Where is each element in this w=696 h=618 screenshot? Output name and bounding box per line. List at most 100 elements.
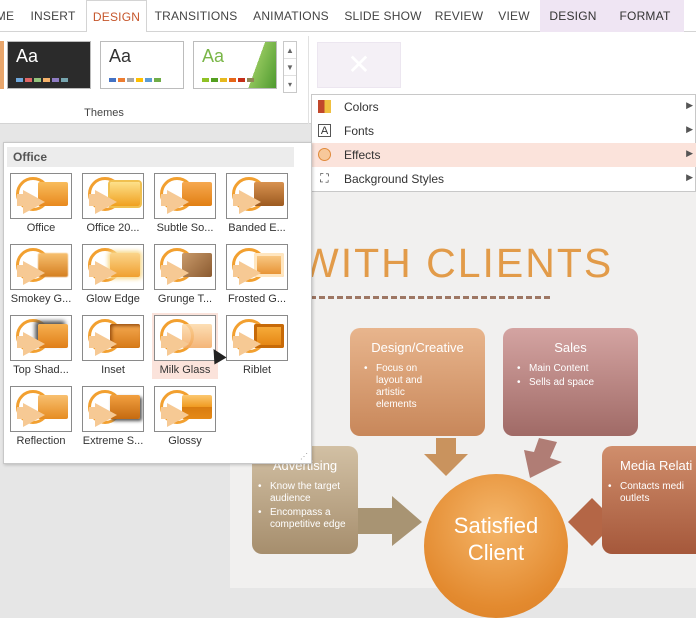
effect-option-label: Banded E... [228,222,286,234]
ribbon-tabs: ME INSERT DESIGN TRANSITIONS ANIMATIONS … [0,0,696,33]
circle-line-1: Satisfied [453,513,539,538]
effect-arrow-head [23,332,45,356]
effect-option[interactable]: Office 20... [80,171,146,237]
effect-option-label: Milk Glass [159,364,211,376]
menu-item-fonts[interactable]: A Fonts ▶ [312,119,696,143]
effect-preview [154,244,216,290]
effect-arrow-head [23,403,45,427]
tab-insert[interactable]: INSERT [24,0,82,32]
fonts-icon: A [318,124,331,137]
arrow-sales [524,438,562,478]
theme-aa-text: Aa [16,46,39,66]
tab-slide-show[interactable]: SLIDE SHOW [340,0,426,32]
chevron-right-icon: ▶ [686,100,693,110]
chevron-right-icon: ▶ [686,148,693,158]
arrow-media [568,498,602,546]
effect-arrow-head [95,190,117,214]
effect-arrow-head [23,190,45,214]
effect-preview [82,386,144,432]
theme-thumb-partial[interactable] [0,41,4,89]
chevron-right-icon: ▶ [686,124,693,134]
effect-option-label: Extreme S... [82,435,144,447]
effect-option[interactable]: Milk Glass [152,313,218,379]
tab-animations[interactable]: ANIMATIONS [246,0,336,32]
effect-preview [10,244,72,290]
theme-thumb-office[interactable]: Aa [100,41,184,89]
effect-arrow-head [239,261,261,285]
tab-review[interactable]: REVIEW [430,0,488,32]
effect-arrow-head [95,403,117,427]
menu-item-background-styles[interactable]: ⛶ Background Styles ▶ [312,167,696,191]
effect-option[interactable]: Top Shad... [8,313,74,379]
chevron-right-icon: ▶ [686,172,693,182]
tab-transitions[interactable]: TRANSITIONS [150,0,242,32]
more-icon[interactable]: ▾ [284,76,296,93]
effect-arrow-head [23,261,45,285]
tab-context-design[interactable]: DESIGN [540,0,606,32]
effect-preview [10,173,72,219]
theme-color-bars [16,78,68,82]
effect-preview [226,173,288,219]
effect-option-label: Subtle So... [156,222,214,234]
effect-option[interactable]: Smokey G... [8,242,74,308]
theme-color-bars [109,78,161,82]
tab-design[interactable]: DESIGN [86,0,147,33]
themes-scroll[interactable]: ▲ ▼ ▾ [283,41,297,93]
effect-option[interactable]: Frosted G... [224,242,290,308]
chevron-down-icon[interactable]: ▼ [284,59,296,76]
arrow-design [424,438,468,476]
menu-item-label: Colors [344,100,379,114]
effect-arrow-head [239,190,261,214]
theme-aa-text: Aa [109,46,132,66]
satisfied-client-circle[interactable]: Satisfied Client [424,474,568,618]
effect-preview [10,315,72,361]
effect-option[interactable]: Extreme S... [80,384,146,450]
effect-preview [82,315,144,361]
menu-item-effects[interactable]: Effects ▶ [312,143,696,167]
theme-thumb-dark[interactable]: Aa [7,41,91,89]
effect-option[interactable]: Subtle So... [152,171,218,237]
effect-option[interactable]: Riblet [224,313,290,379]
resize-grip-icon[interactable]: ⋰ [300,452,308,461]
effect-arrow-head [239,332,261,356]
effect-option[interactable]: Office [8,171,74,237]
menu-item-colors[interactable]: Colors ▶ [312,95,696,119]
effect-preview [154,315,216,361]
effect-preview [82,173,144,219]
effect-arrow-head [167,190,189,214]
theme-aa-text: Aa [202,46,225,66]
effect-option[interactable]: Grunge T... [152,242,218,308]
effect-preview [154,386,216,432]
effect-arrow-head [95,332,117,356]
effect-preview [154,173,216,219]
effect-option[interactable]: Reflection [8,384,74,450]
theme-thumb-facet[interactable]: Aa [193,41,277,89]
effect-option[interactable]: Glossy [152,384,218,450]
effect-option-label: Office [26,222,56,234]
effect-option-label: Riblet [242,364,272,376]
tab-home[interactable]: ME [0,0,16,32]
tab-context-format[interactable]: FORMAT [606,0,684,32]
variant-thumb[interactable]: ✕ [317,42,401,88]
effect-option[interactable]: Glow Edge [80,242,146,308]
tab-view[interactable]: VIEW [492,0,536,32]
circle-line-2: Client [467,540,525,565]
menu-item-label: Background Styles [344,172,445,186]
theme-color-bars [202,78,254,82]
effect-option[interactable]: Banded E... [224,171,290,237]
effect-arrow-head [95,261,117,285]
gallery-header: Office [7,147,294,167]
menu-item-label: Fonts [344,124,375,138]
effect-option-label: Frosted G... [227,293,287,305]
themes-group-label: Themes [84,107,124,119]
chevron-up-icon[interactable]: ▲ [284,42,296,59]
effects-icon [318,148,331,161]
effect-option-label: Grunge T... [157,293,213,305]
colors-icon [318,100,331,113]
effect-option[interactable]: Inset [80,313,146,379]
effect-option-label: Office 20... [86,222,140,234]
effect-option-label: Inset [101,364,125,376]
effect-option-label: Glossy [168,435,202,447]
effect-preview [226,244,288,290]
menu-item-label: Effects [344,148,381,162]
